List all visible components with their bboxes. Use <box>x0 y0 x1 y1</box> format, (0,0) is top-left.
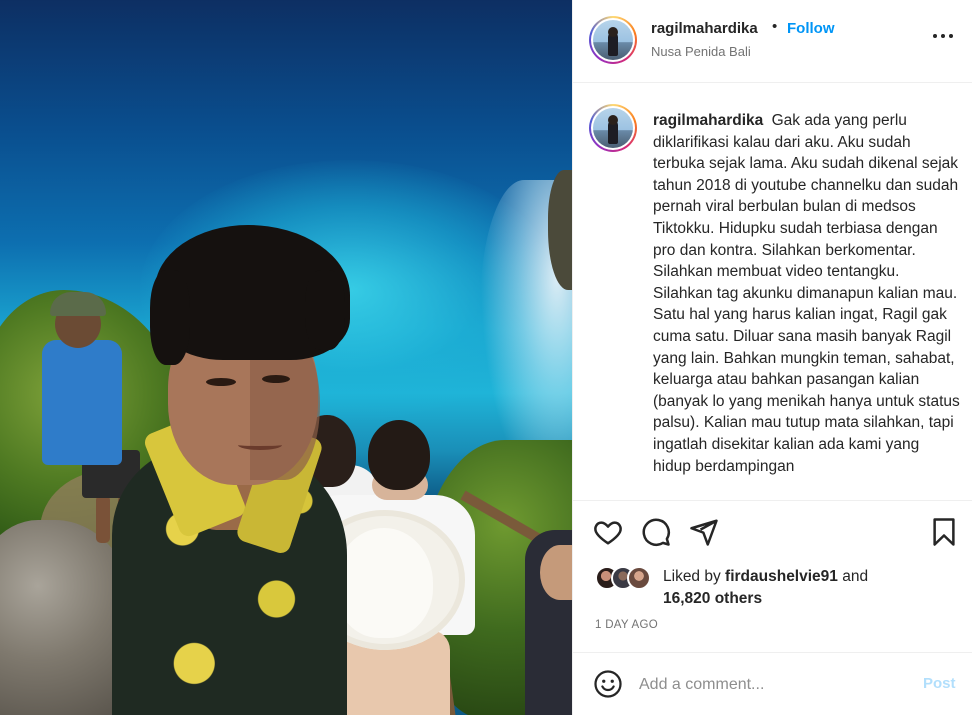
subject-hair <box>150 270 190 365</box>
location-link[interactable]: Nusa Penida Bali <box>651 44 751 59</box>
likes-count-link[interactable]: 16,820 others <box>663 590 762 607</box>
post-photo[interactable] <box>0 0 572 715</box>
likes-summary: Liked by firdaushelvie91 and 16,820 othe… <box>663 566 868 609</box>
post-side-panel: ragilmahardika • Follow Nusa Penida Bali… <box>572 0 972 715</box>
emoji-icon[interactable] <box>593 669 623 699</box>
post-header: ragilmahardika • Follow Nusa Penida Bali <box>573 0 972 83</box>
avatar-border <box>591 18 635 62</box>
caption-username-link[interactable]: ragilmahardika <box>653 112 763 129</box>
avatar-figure-head <box>608 27 618 37</box>
avatar-image <box>593 108 633 148</box>
bystander-head <box>368 420 430 490</box>
dot <box>941 34 945 38</box>
comment-icon[interactable] <box>641 517 671 547</box>
subject-smile <box>238 440 282 450</box>
avatar[interactable] <box>589 16 637 64</box>
bystander-cap <box>50 292 106 316</box>
post-comment-button[interactable]: Post <box>923 675 956 692</box>
bystander-leg <box>96 495 110 543</box>
bystander-head <box>540 545 572 600</box>
follow-button[interactable]: Follow <box>787 20 835 37</box>
username-link[interactable]: ragilmahardika <box>651 20 758 37</box>
sun-hat-crown <box>335 528 433 638</box>
comment-input[interactable] <box>639 671 909 699</box>
post-date[interactable]: 1 DAY AGO <box>595 619 658 631</box>
liked-and: and <box>842 568 869 585</box>
bystander-left <box>42 340 122 465</box>
caption: ragilmahardika Gak ada yang perlu diklar… <box>653 110 961 477</box>
dot <box>933 34 937 38</box>
caption-body: Gak ada yang perlu diklarifikasi kalau d… <box>653 112 960 475</box>
heart-icon[interactable] <box>593 517 623 547</box>
avatar-image <box>593 20 633 60</box>
share-icon[interactable] <box>689 517 719 547</box>
liker-avatar <box>627 566 651 590</box>
subject-eye <box>262 375 290 383</box>
caption-section: ragilmahardika Gak ada yang perlu diklar… <box>573 84 972 499</box>
caption-avatar[interactable] <box>589 104 637 152</box>
subject-hair <box>305 270 345 350</box>
subject-eye <box>206 378 236 386</box>
more-options-icon[interactable] <box>929 22 957 50</box>
avatar-border <box>591 106 635 150</box>
liked-by-avatars[interactable] <box>595 566 657 594</box>
liked-user-link[interactable]: firdaushelvie91 <box>725 568 838 585</box>
dot <box>949 34 953 38</box>
avatar-figure-head <box>608 115 618 125</box>
separator-dot: • <box>772 18 778 35</box>
liked-prefix: Liked by <box>663 568 721 585</box>
bookmark-icon[interactable] <box>929 517 959 547</box>
comment-bar: Post <box>573 652 972 715</box>
